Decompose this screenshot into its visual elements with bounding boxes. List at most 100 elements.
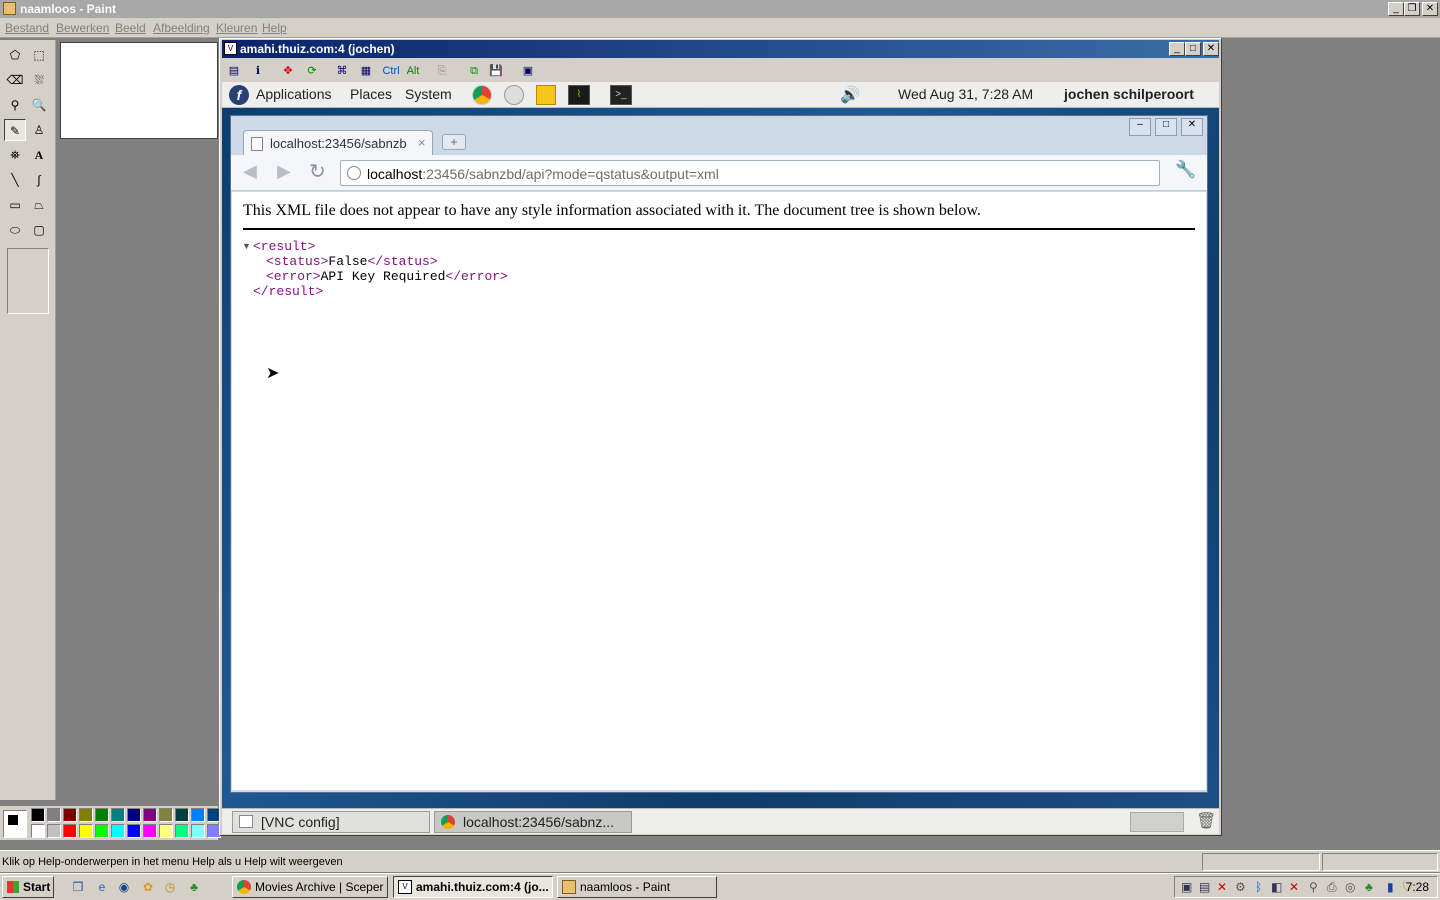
quicklaunch-app-icon[interactable]: ✿ <box>140 879 156 895</box>
quicklaunch-ie-icon[interactable]: e <box>94 879 110 895</box>
chrome-launcher-icon[interactable] <box>472 85 492 105</box>
transfer-files-icon[interactable]: ⎘ <box>434 63 450 79</box>
menu-places[interactable]: Places <box>350 86 392 102</box>
collapse-triangle-icon[interactable]: ▼ <box>242 241 251 251</box>
menu-bestand[interactable]: Bestand <box>5 21 49 35</box>
taskbar-item-paint[interactable]: naamloos - Paint <box>557 876 717 898</box>
palette-swatch[interactable] <box>191 808 205 822</box>
palette-swatch[interactable] <box>31 808 45 822</box>
tray-app-icon[interactable]: ♣ <box>1365 880 1373 894</box>
back-icon[interactable]: ◀ <box>243 161 257 182</box>
airbrush-icon[interactable]: ⛯ <box>4 144 26 166</box>
workspace-switcher[interactable] <box>1130 812 1184 832</box>
options-icon[interactable]: ▣ <box>520 63 536 79</box>
palette-swatch[interactable] <box>79 808 93 822</box>
rect-select-icon[interactable]: ⬚ <box>28 44 50 66</box>
tray-battery-icon[interactable]: ▮ <box>1387 880 1394 894</box>
palette-swatch[interactable] <box>63 808 77 822</box>
tray-alert-icon[interactable]: ✕ <box>1289 880 1299 894</box>
free-select-icon[interactable]: ⬠ <box>4 44 26 66</box>
volume-icon[interactable]: 🔊 <box>840 85 864 105</box>
palette-swatch[interactable] <box>95 824 109 838</box>
tray-volume-icon[interactable]: ◧ <box>1271 880 1282 894</box>
palette-swatch[interactable] <box>31 824 45 838</box>
site-info-icon[interactable] <box>347 166 361 180</box>
line-icon[interactable]: ╲ <box>4 169 26 191</box>
tray-device-icon[interactable]: ⚙ <box>1235 880 1246 894</box>
palette-swatch[interactable] <box>95 808 109 822</box>
address-bar[interactable]: localhost:23456/sabnzbd/api?mode=qstatus… <box>340 160 1160 186</box>
quicklaunch-media-icon[interactable]: ◉ <box>116 879 132 895</box>
alt-key-button[interactable]: Alt <box>404 63 422 79</box>
current-colors[interactable] <box>3 810 27 838</box>
palette-swatch[interactable] <box>47 824 61 838</box>
tray-monitor-icon[interactable]: ▤ <box>1199 880 1210 894</box>
new-connection-icon[interactable]: ⧉ <box>466 63 482 79</box>
curve-icon[interactable]: ∫ <box>28 169 50 191</box>
menu-afbeelding[interactable]: Afbeelding <box>153 21 210 35</box>
paint-restore-button[interactable]: ❐ <box>1404 2 1420 16</box>
palette-swatch[interactable] <box>175 824 189 838</box>
taskbar-item-movies-archive[interactable]: Movies Archive | Sceper ... <box>232 876 388 898</box>
task-browser[interactable]: localhost:23456/sabnz... <box>434 811 632 833</box>
tab-sabnzbd[interactable]: localhost:23456/sabnzb × <box>243 130 433 156</box>
wrench-menu-icon[interactable]: 🔧 <box>1175 160 1196 180</box>
fill-icon[interactable]: ⛆ <box>28 69 50 91</box>
refresh-screen-icon[interactable]: ⟳ <box>304 63 320 79</box>
palette-swatch[interactable] <box>191 824 205 838</box>
menu-system[interactable]: System <box>405 86 452 102</box>
ctrl-key-button[interactable]: Ctrl <box>380 63 402 79</box>
menu-bewerken[interactable]: Bewerken <box>56 21 109 35</box>
ellipse-icon[interactable]: ⬭ <box>4 219 26 241</box>
chrome-minimize-button[interactable]: – <box>1129 118 1151 136</box>
vnc-maximize-button[interactable]: □ <box>1185 42 1201 56</box>
menu-kleuren[interactable]: Kleuren <box>216 21 257 35</box>
text-editor-launcher-icon[interactable] <box>536 85 556 105</box>
connection-options-icon[interactable]: ▤ <box>226 63 242 79</box>
save-session-icon[interactable]: 💾 <box>488 63 504 79</box>
paint-canvas[interactable] <box>60 42 218 139</box>
reload-icon[interactable]: ↻ <box>309 159 326 184</box>
chrome-close-button[interactable]: ✕ <box>1181 118 1203 136</box>
pencil-icon[interactable]: ✎ <box>4 119 26 141</box>
taskbar-clock[interactable]: 7:28 <box>1406 880 1429 894</box>
menu-help[interactable]: Help <box>262 21 287 35</box>
terminal-launcher-icon[interactable]: >_ <box>610 85 632 105</box>
chrome-maximize-button[interactable]: □ <box>1155 118 1177 136</box>
palette-swatch[interactable] <box>111 824 125 838</box>
mail-launcher-icon[interactable] <box>504 85 524 105</box>
tray-sync-icon[interactable]: ◎ <box>1345 880 1355 894</box>
polygon-icon[interactable]: ⏢ <box>28 194 50 216</box>
rounded-rect-icon[interactable]: ▢ <box>28 219 50 241</box>
ctrl-alt-del-icon[interactable]: ⌘ <box>334 63 350 79</box>
paint-close-button[interactable]: ✕ <box>1422 2 1438 16</box>
palette-swatch[interactable] <box>175 808 189 822</box>
palette-swatch[interactable] <box>127 824 141 838</box>
tab-close-icon[interactable]: × <box>418 135 426 150</box>
vnc-close-button[interactable]: ✕ <box>1203 42 1219 56</box>
palette-swatch[interactable] <box>159 808 173 822</box>
tray-printer-icon[interactable]: ⎙ <box>1327 880 1337 895</box>
panel-clock[interactable]: Wed Aug 31, 7:28 AM <box>898 86 1033 102</box>
palette-swatch[interactable] <box>143 808 157 822</box>
tray-bluetooth-icon[interactable]: ᛒ <box>1255 880 1262 894</box>
full-screen-icon[interactable]: ✥ <box>280 63 296 79</box>
palette-swatch[interactable] <box>63 824 77 838</box>
paint-minimize-button[interactable]: _ <box>1388 2 1404 16</box>
send-start-icon[interactable]: ▦ <box>358 63 374 79</box>
tray-usb-icon[interactable]: ⚲ <box>1309 880 1318 894</box>
forward-icon[interactable]: ▶ <box>277 161 291 182</box>
text-tool-icon[interactable]: A <box>28 144 50 166</box>
palette-swatch[interactable] <box>111 808 125 822</box>
eraser-icon[interactable]: ⌫ <box>4 69 26 91</box>
color-picker-icon[interactable]: ⚲ <box>4 94 26 116</box>
taskbar-item-vnc[interactable]: V amahi.thuiz.com:4 (jo... <box>393 876 553 898</box>
task-vnc-config[interactable]: [VNC config] <box>232 811 430 833</box>
quicklaunch-clock-icon[interactable]: ◷ <box>162 879 178 895</box>
brush-icon[interactable]: ♙ <box>28 119 50 141</box>
tray-error-icon[interactable]: ✕ <box>1217 880 1227 894</box>
palette-swatch[interactable] <box>143 824 157 838</box>
start-button[interactable]: Start <box>2 876 54 898</box>
connection-info-icon[interactable]: ℹ <box>250 63 266 79</box>
magnifier-icon[interactable]: 🔍 <box>28 94 50 116</box>
